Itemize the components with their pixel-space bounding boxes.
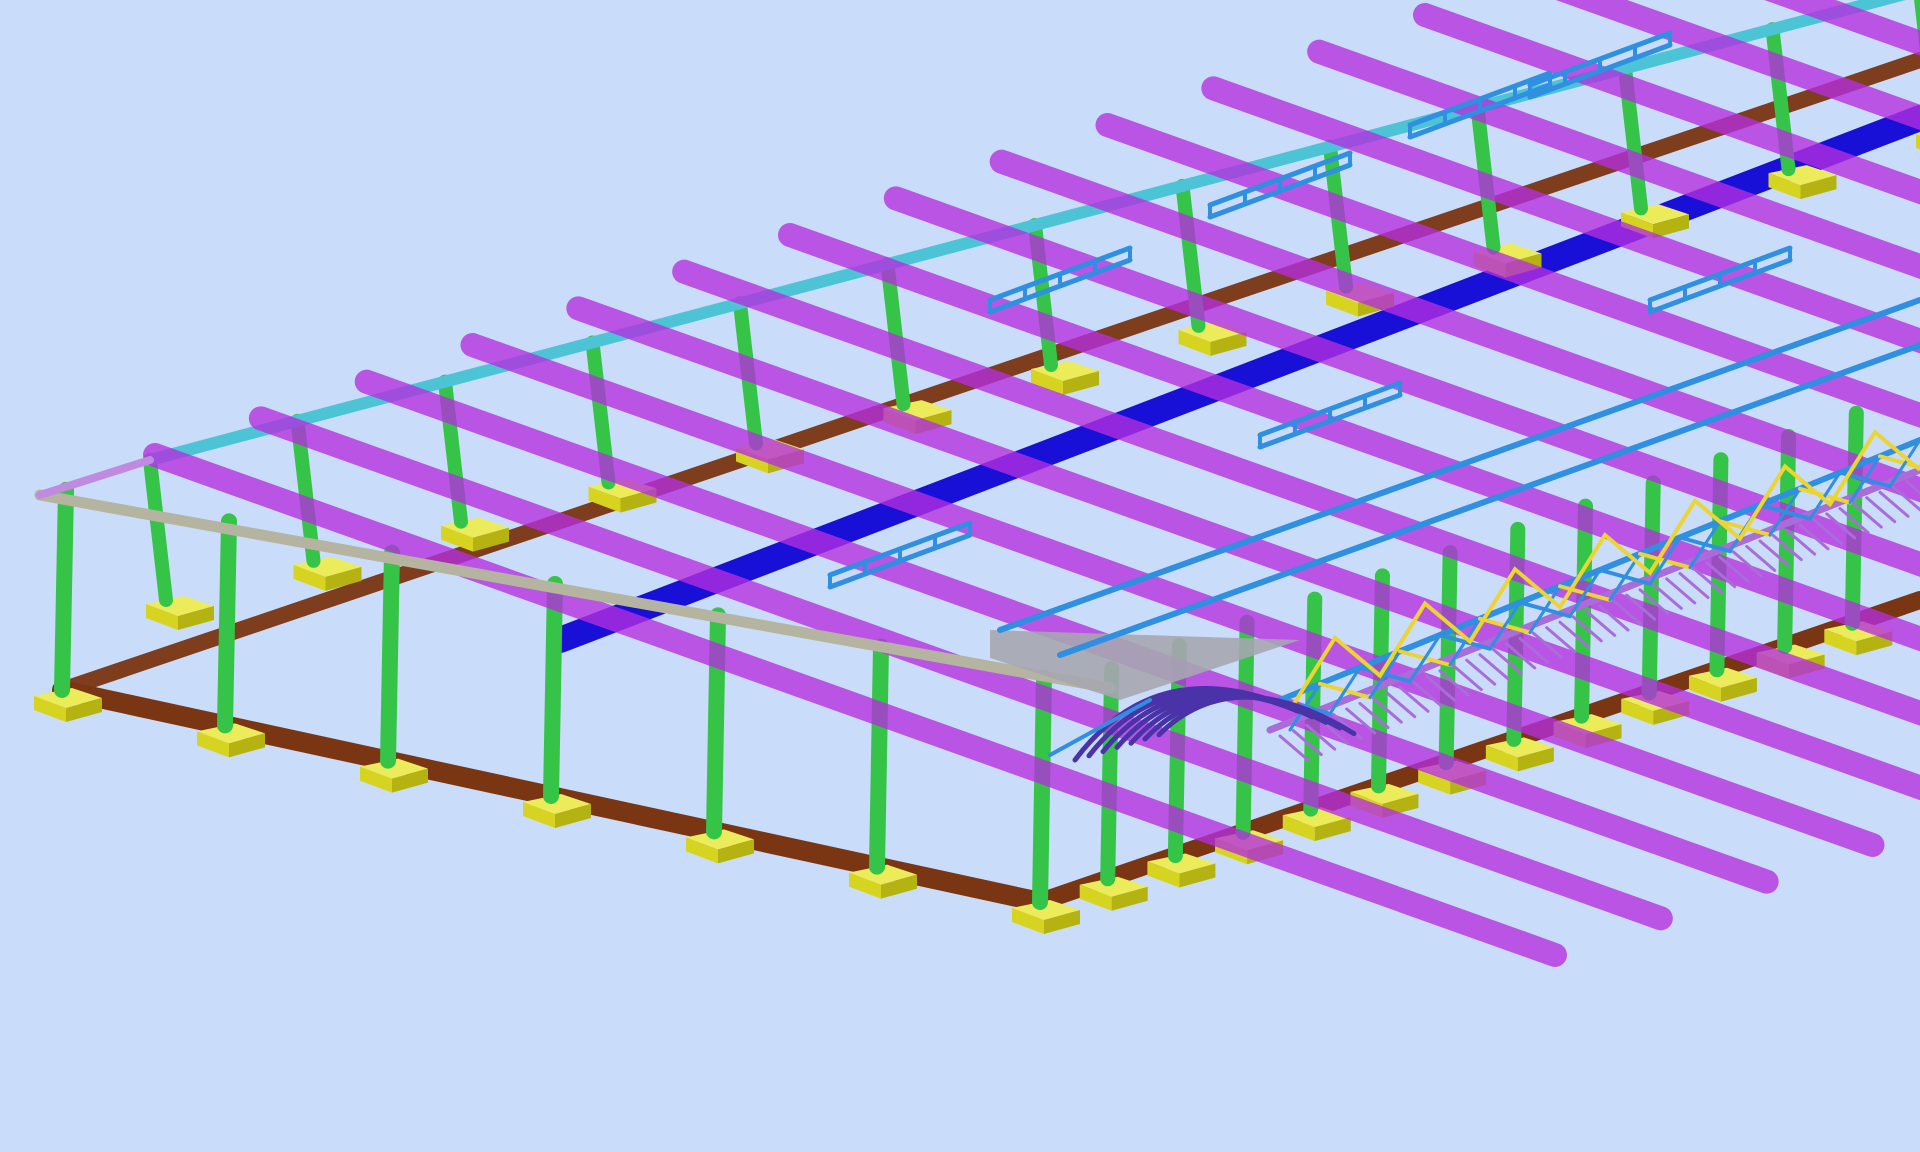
side-column xyxy=(1641,475,1661,701)
model-viewport[interactable] xyxy=(0,0,1920,1152)
side-column xyxy=(1100,661,1120,887)
front-column xyxy=(1032,670,1052,910)
front-column xyxy=(869,638,889,875)
front-column xyxy=(380,544,400,769)
front-column xyxy=(54,482,74,698)
front-column xyxy=(217,513,237,734)
front-column xyxy=(543,576,563,804)
side-column xyxy=(1574,498,1594,724)
structural-model-scene[interactable] xyxy=(0,0,1920,1152)
side-column xyxy=(1303,591,1323,817)
